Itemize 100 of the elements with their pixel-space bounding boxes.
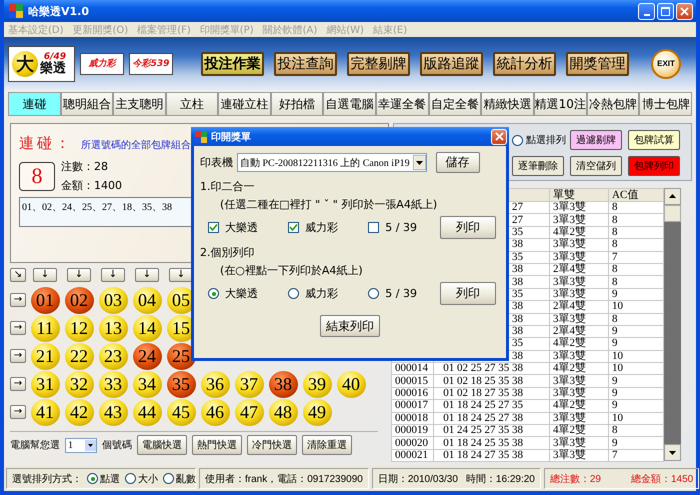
table-cell: 2單4雙 <box>550 325 608 338</box>
lottery-ball[interactable]: 45 <box>166 398 196 426</box>
radio-button[interactable] <box>368 288 380 299</box>
arrow-button[interactable]: → <box>10 377 26 391</box>
arrow-button[interactable]: ↓ <box>135 268 159 282</box>
radio-button[interactable] <box>163 473 174 484</box>
radio-button[interactable] <box>125 473 136 484</box>
save-button[interactable]: 儲存 <box>436 152 480 173</box>
arrow-button[interactable]: → <box>10 321 26 335</box>
close-button[interactable] <box>676 2 693 20</box>
lottery-ball[interactable]: 13 <box>98 314 128 342</box>
pick-button[interactable]: 電腦快選 <box>137 435 187 455</box>
lottery-ball[interactable]: 03 <box>98 286 128 314</box>
tab[interactable]: 連碰 <box>8 92 61 116</box>
tab[interactable]: 主支聰明 <box>113 92 166 116</box>
tab[interactable]: 好拍檔 <box>270 92 324 116</box>
lottery-ball[interactable]: 04 <box>132 286 162 314</box>
lottery-ball[interactable]: 21 <box>30 342 60 370</box>
lottery-ball[interactable]: 36 <box>200 370 230 398</box>
nav-button[interactable]: 統計分析 <box>493 52 556 76</box>
nav-button[interactable]: 開獎管理 <box>566 52 629 76</box>
scroll-thumb[interactable] <box>664 205 681 222</box>
nav-button[interactable]: 投注查詢 <box>274 52 337 76</box>
lottery-ball[interactable]: 49 <box>302 398 332 426</box>
pick-button[interactable]: 清除重選 <box>302 435 352 455</box>
arrow-button[interactable]: ↓ <box>33 268 57 282</box>
lottery-ball[interactable]: 40 <box>336 370 366 398</box>
tab[interactable]: 連碰立柱 <box>218 92 271 116</box>
table-cell: 3單3雙 <box>550 387 608 400</box>
lottery-ball[interactable]: 41 <box>30 398 60 426</box>
nav-button[interactable]: 投注作業 <box>201 52 264 76</box>
lottery-ball[interactable]: 35 <box>166 370 196 398</box>
lottery-ball[interactable]: 43 <box>98 398 128 426</box>
radio-button[interactable] <box>288 288 300 299</box>
action-button[interactable]: 逐筆刪除 <box>512 156 564 176</box>
lottery-ball[interactable]: 12 <box>64 314 94 342</box>
lottery-ball[interactable]: 14 <box>132 314 162 342</box>
lottery-ball[interactable]: 31 <box>30 370 60 398</box>
count-dropdown[interactable]: 1 <box>65 438 97 452</box>
tab[interactable]: 幸運全餐 <box>376 92 428 116</box>
table-cell: 01 02 18 27 35 38 <box>434 387 550 400</box>
minimize-button[interactable] <box>638 2 655 20</box>
lottery-ball[interactable]: 37 <box>234 370 264 398</box>
end-print-button[interactable]: 結束列印 <box>320 315 380 337</box>
arrow-button[interactable]: → <box>10 349 26 363</box>
lottery-ball[interactable]: 24 <box>132 342 162 370</box>
scroll-down-button[interactable] <box>664 444 681 461</box>
tab[interactable]: 立柱 <box>166 92 218 116</box>
arrow-button[interactable]: → <box>10 293 26 307</box>
nav-button[interactable]: 版路追蹤 <box>420 52 483 76</box>
lottery-ball[interactable]: 33 <box>98 370 128 398</box>
tab[interactable]: 精選10注 <box>534 92 587 116</box>
scroll-up-button[interactable] <box>664 188 681 205</box>
checkbox[interactable] <box>288 222 300 233</box>
lottery-ball[interactable]: 23 <box>98 342 128 370</box>
tab[interactable]: 聰明組合 <box>60 92 114 116</box>
radio-button[interactable] <box>208 288 219 299</box>
exit-button[interactable]: EXIT <box>651 48 681 78</box>
arrow-button[interactable]: ↘ <box>10 268 26 282</box>
lottery-ball[interactable]: 34 <box>132 370 162 398</box>
tab[interactable]: 自定全餐 <box>428 92 482 116</box>
pick-button[interactable]: 冷門快選 <box>247 435 297 455</box>
pick-button[interactable]: 熱門快選 <box>192 435 242 455</box>
lottery-ball[interactable]: 25 <box>166 342 196 370</box>
printer-dropdown[interactable]: 自動 PC-200812211316 上的 Canon iP19 <box>237 153 427 172</box>
lottery-ball[interactable]: 32 <box>64 370 94 398</box>
lottery-ball[interactable]: 22 <box>64 342 94 370</box>
arrow-button[interactable]: ↓ <box>169 268 193 282</box>
print-button[interactable]: 列印 <box>440 216 496 239</box>
tab[interactable]: 冷熱包牌 <box>586 92 640 116</box>
checkbox[interactable] <box>368 222 380 233</box>
tab[interactable]: 自選電腦 <box>323 92 376 116</box>
maximize-button[interactable] <box>657 2 674 20</box>
lottery-ball[interactable]: 47 <box>234 398 264 426</box>
radio-button[interactable] <box>512 134 523 146</box>
lottery-ball[interactable]: 38 <box>268 370 298 398</box>
action-button[interactable]: 包牌列印 <box>628 156 680 176</box>
lottery-ball[interactable]: 11 <box>30 314 60 342</box>
action-button[interactable]: 清空儲列 <box>570 156 622 176</box>
scrollbar[interactable] <box>664 188 681 461</box>
table-cell: 01 02 25 27 35 38 <box>434 362 550 375</box>
print-button[interactable]: 列印 <box>440 282 496 305</box>
tab[interactable]: 精緻快選 <box>481 92 534 116</box>
action-button[interactable]: 過濾剔牌 <box>570 130 622 150</box>
lottery-ball[interactable]: 02 <box>64 286 94 314</box>
radio-button[interactable] <box>87 473 98 484</box>
lottery-ball[interactable]: 01 <box>30 286 60 314</box>
lottery-ball[interactable]: 48 <box>268 398 298 426</box>
lottery-ball[interactable]: 39 <box>302 370 332 398</box>
close-button[interactable] <box>491 128 507 144</box>
arrow-button[interactable]: ↓ <box>67 268 91 282</box>
action-button[interactable]: 包牌試算 <box>628 130 680 150</box>
checkbox[interactable] <box>208 222 219 233</box>
arrow-button[interactable]: ↓ <box>101 268 125 282</box>
nav-button[interactable]: 完整剔牌 <box>347 52 410 76</box>
arrow-button[interactable]: → <box>10 405 26 419</box>
lottery-ball[interactable]: 42 <box>64 398 94 426</box>
lottery-ball[interactable]: 46 <box>200 398 230 426</box>
lottery-ball[interactable]: 44 <box>132 398 162 426</box>
tab[interactable]: 博士包牌 <box>639 92 692 116</box>
